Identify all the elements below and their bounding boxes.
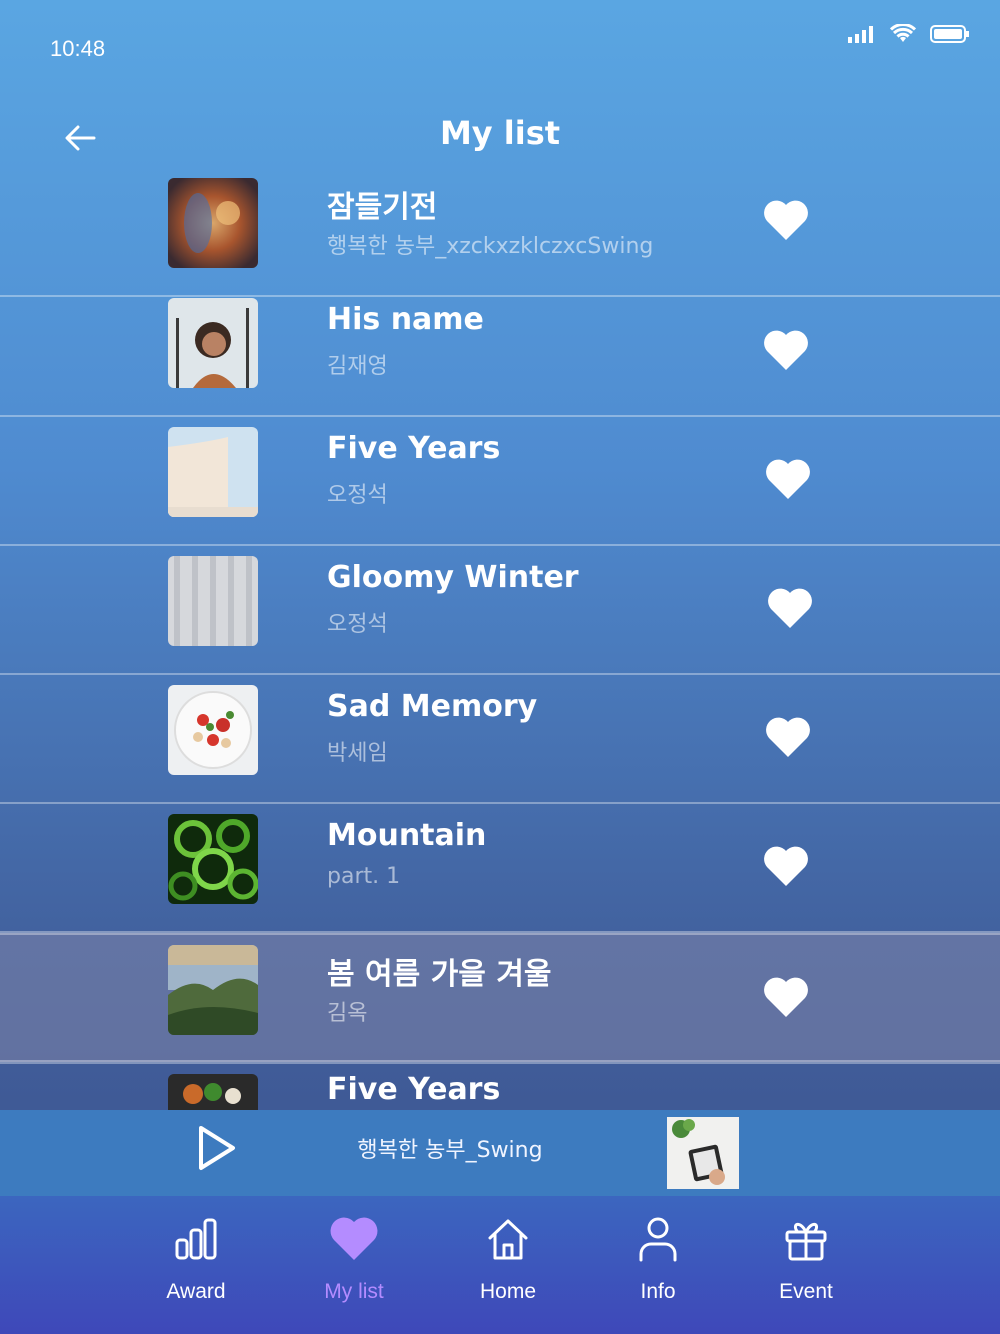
album-art: [168, 427, 258, 517]
list-item[interactable]: 잠들기전 행복한 농부_xzckxzklczxcSwing: [0, 168, 1000, 297]
album-art: [168, 556, 258, 646]
album-art: [168, 814, 258, 904]
song-title: Mountain: [327, 818, 487, 853]
song-artist: 행복한 농부_xzckxzklczxcSwing: [327, 234, 654, 259]
list-item-selected[interactable]: 봄 여름 가을 겨울 김옥: [0, 933, 1000, 1062]
tab-bar: Award My list Home Info Event: [0, 1196, 1000, 1334]
status-icons: [848, 24, 970, 44]
song-artist: 오정석: [327, 483, 388, 508]
tab-home[interactable]: Home: [448, 1214, 568, 1304]
bar-chart-icon: [175, 1218, 217, 1260]
song-artist: part. 1: [327, 864, 401, 889]
song-artist: 김옥: [327, 1001, 368, 1026]
page-title: My list: [439, 114, 561, 152]
album-art: [168, 178, 258, 268]
now-playing-art: [667, 1117, 739, 1189]
song-title: His name: [327, 302, 484, 337]
song-title: 봄 여름 가을 겨울: [327, 957, 552, 992]
heart-icon[interactable]: [762, 975, 810, 1019]
heart-icon: [330, 1217, 378, 1260]
song-list[interactable]: 잠들기전 행복한 농부_xzckxzklczxcSwing His name 김…: [0, 168, 1000, 1110]
user-icon: [639, 1217, 677, 1262]
header: My list: [0, 100, 1000, 170]
gift-icon: [785, 1222, 827, 1261]
heart-icon[interactable]: [762, 328, 810, 372]
tab-label: Info: [640, 1280, 676, 1303]
song-artist: 김재영: [327, 354, 388, 379]
tab-my-list[interactable]: My list: [294, 1214, 414, 1304]
song-artist: 오정석: [327, 612, 388, 637]
tab-label: Home: [479, 1280, 537, 1303]
status-bar: 10:48: [0, 0, 1000, 80]
tab-event[interactable]: Event: [746, 1214, 866, 1304]
list-item[interactable]: Sad Memory 박세임: [0, 675, 1000, 804]
list-item[interactable]: Five Years: [0, 1062, 1000, 1110]
song-title: Gloomy Winter: [327, 560, 579, 595]
heart-icon[interactable]: [764, 715, 812, 759]
tab-award[interactable]: Award: [136, 1214, 256, 1304]
list-item[interactable]: Five Years 오정석: [0, 417, 1000, 546]
song-title: Five Years: [327, 431, 501, 466]
list-item[interactable]: Gloomy Winter 오정석: [0, 546, 1000, 675]
song-title: Sad Memory: [327, 689, 538, 724]
album-art: [168, 685, 258, 775]
tab-label: Award: [166, 1280, 226, 1303]
list-item[interactable]: Mountain part. 1: [0, 804, 1000, 933]
tab-info[interactable]: Info: [598, 1214, 718, 1304]
tab-label: My list: [324, 1280, 384, 1303]
signal-icon: [848, 26, 873, 43]
now-playing-title: 행복한 농부_Swing: [357, 1138, 543, 1163]
battery-icon: [930, 25, 969, 43]
status-time: 10:48: [50, 36, 106, 61]
list-item[interactable]: His name 김재영: [0, 288, 1000, 417]
heart-icon[interactable]: [762, 198, 810, 242]
heart-icon[interactable]: [762, 844, 810, 888]
song-artist: 박세임: [327, 741, 388, 766]
album-art: [168, 945, 258, 1035]
album-art: [168, 1074, 258, 1110]
home-icon: [488, 1219, 528, 1260]
tab-label: Event: [779, 1280, 833, 1303]
mini-player[interactable]: 행복한 농부_Swing: [0, 1110, 1000, 1196]
song-title: Five Years: [327, 1072, 501, 1107]
wifi-icon: [890, 24, 916, 42]
heart-icon[interactable]: [766, 586, 814, 630]
album-art: [168, 298, 258, 388]
heart-icon[interactable]: [764, 457, 812, 501]
song-title: 잠들기전: [327, 190, 438, 225]
